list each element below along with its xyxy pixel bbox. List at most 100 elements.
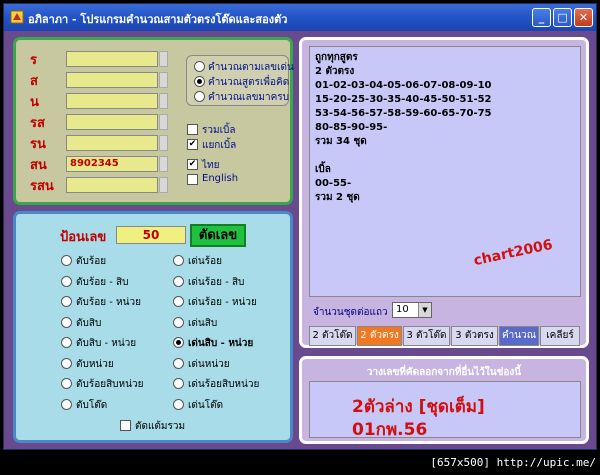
english-label: English (202, 173, 239, 184)
cut-left-radio-5[interactable] (61, 357, 72, 369)
result-line: 80-85-90-95- (315, 122, 388, 133)
cut-left-radio-6[interactable] (61, 378, 72, 389)
field-label-2: น (30, 95, 39, 110)
number-field-1[interactable] (66, 72, 158, 88)
app-window: อภิลาภา - โปรแกรมคำนวณสามตัวตรงโต๊ดและสอ… (3, 3, 597, 450)
field-spinner-5[interactable] (159, 156, 168, 172)
result-tabs: 2 ตัวโต๊ด 2 ตัวตรง 3 ตัวโต๊ด 3 ตัวตรง คำนวณเ… (309, 326, 581, 346)
thai-label: ไทย (202, 160, 220, 171)
english-checkbox[interactable] (187, 174, 198, 185)
cut-right-radio-1[interactable] (173, 275, 184, 287)
cut-total-checkbox[interactable] (120, 420, 131, 431)
cut-right-label-1: เด่นร้อย - สิบ (188, 276, 245, 288)
cut-right-label-3: เด่นสิบ (188, 317, 218, 329)
cut-right-radio-6[interactable] (173, 378, 184, 389)
cut-number-panel: ป้อนเลข 50 ตัดเลข ตับร้อย ตับร้อย - สิบ ตั… (13, 211, 293, 443)
field-spinner-0[interactable] (159, 51, 168, 67)
cut-right-label-2: เด่นร้อย - หน่วย (188, 297, 257, 308)
number-input-panel: รสนรส รน สน 8902345 รสน คำนวณตามเลขเด่น คำนว… (13, 37, 294, 205)
separate-double-checkbox[interactable]: ✔ (187, 139, 198, 150)
calc-mode-radio-1[interactable] (194, 76, 205, 87)
cut-left-radio-2[interactable] (61, 296, 72, 307)
calc-mode-label-1: คำนวณสูตรเพื่อคิด (208, 77, 290, 88)
cut-right-label-6: เด่นร้อยสิบหน่วย (188, 379, 260, 390)
result-line: รวม 2 ชุด (315, 192, 360, 203)
chevron-down-icon: ▼ (418, 303, 431, 317)
cut-left-radio-3[interactable] (61, 316, 72, 328)
cut-left-radio-1[interactable] (61, 275, 72, 287)
cut-right-radio-4[interactable] (173, 337, 184, 348)
calc-mode-radio-0[interactable] (194, 61, 205, 72)
thai-checkbox[interactable]: ✔ (187, 159, 198, 170)
result-line: 2 ตัวตรง (315, 66, 355, 77)
cut-right-radio-0[interactable] (173, 255, 184, 266)
number-field-2[interactable] (66, 93, 158, 109)
cut-left-label-2: ตับร้อย - หน่วย (76, 297, 141, 308)
number-field-0[interactable] (66, 51, 158, 67)
result-line: 01-02-03-04-05-06-07-08-09-10 (315, 80, 492, 91)
result-line: 00-55- (315, 178, 352, 189)
tab-4[interactable]: คำนวณ (499, 326, 539, 346)
cut-number-button[interactable]: ตัดเลข (190, 224, 246, 247)
number-field-5[interactable]: 8902345 (66, 156, 158, 172)
tab-2[interactable]: 3 ตัวโต๊ด (403, 326, 450, 346)
field-label-5: สน (30, 158, 47, 173)
per-row-label: จำนวนชุดต่อแถว (313, 307, 388, 318)
field-spinner-4[interactable] (159, 135, 168, 151)
cut-left-radio-0[interactable] (61, 255, 72, 266)
footer-caption: [657x500] http://upic.me/ (430, 456, 596, 469)
cut-right-radio-3[interactable] (173, 316, 184, 328)
tab-5[interactable]: เคลียร์ (540, 326, 580, 346)
field-label-3: รส (30, 116, 45, 131)
per-row-select[interactable]: 10 ▼ (392, 302, 432, 318)
minimize-button[interactable]: _ (532, 8, 551, 27)
cut-left-label-6: ตับร้อยสิบหน่วย (76, 379, 144, 390)
cut-right-label-4: เด่นสิบ - หน่วย (188, 338, 254, 349)
paste-textarea[interactable]: 2ตัวล่าง [ชุดเต็ม] 01กพ.56 (309, 381, 581, 440)
result-line: รวม 34 ชุด (315, 136, 367, 147)
number-field-4[interactable] (66, 135, 158, 151)
paste-header: วางเลขที่คัดลอกจากที่อื่นไว้ในช่องนี้ (366, 367, 522, 378)
title-bar[interactable]: อภิลาภา - โปรแกรมคำนวณสามตัวตรงโต๊ดและสอ… (4, 4, 596, 31)
cut-left-label-1: ตับร้อย - สิบ (76, 276, 129, 288)
separate-double-label: แยกเบิ้ล (202, 140, 237, 151)
cut-left-label-4: ตับสิบ - หน่วย (76, 338, 137, 349)
field-spinner-2[interactable] (159, 93, 168, 109)
calc-mode-radio-2[interactable] (194, 91, 205, 102)
number-field-3[interactable] (66, 114, 158, 130)
paste-panel: วางเลขที่คัดลอกจากที่อื่นไว้ในช่องนี้ 2ต… (299, 356, 589, 444)
field-spinner-1[interactable] (159, 72, 168, 88)
cut-left-radio-4[interactable] (61, 337, 72, 348)
cut-right-radio-7[interactable] (173, 398, 184, 410)
result-panel: ถูกทุกสูตร 2 ตัวตรง 01-02-03-04-05-06-07-0… (299, 37, 589, 348)
close-button[interactable]: ✕ (574, 8, 593, 27)
input-number-label: ป้อนเลข (60, 230, 107, 245)
cut-left-radio-7[interactable] (61, 398, 72, 410)
field-spinner-6[interactable] (159, 177, 168, 193)
number-field-6[interactable] (66, 177, 158, 193)
result-line: เบิ้ล (315, 164, 331, 175)
cut-right-radio-5[interactable] (173, 357, 184, 369)
tab-0[interactable]: 2 ตัวโต๊ด (309, 326, 356, 346)
app-icon (10, 10, 24, 24)
calc-mode-label-2: คำนวณเลขมาครบ (208, 92, 290, 103)
result-line (315, 149, 575, 163)
result-line: 53-54-56-57-58-59-60-65-70-75 (315, 108, 492, 119)
tab-3[interactable]: 3 ตัวตรง (451, 326, 498, 346)
tab-1[interactable]: 2 ตัวตรง (357, 326, 402, 346)
input-number-field[interactable]: 50 (116, 226, 186, 244)
cut-total-label: ตัดแต้มรวม (135, 421, 186, 432)
cut-left-label-3: ตับสิบ (76, 317, 102, 329)
cut-right-label-7: เด่นโต๊ด (188, 399, 224, 411)
result-line: 15-20-25-30-35-40-45-50-51-52 (315, 94, 492, 105)
maximize-button[interactable]: □ (553, 8, 572, 27)
paste-line-2: 01กพ.56 (352, 420, 428, 440)
cut-right-label-5: เด่นหน่วย (188, 358, 230, 370)
field-label-4: รน (30, 137, 46, 152)
field-spinner-3[interactable] (159, 114, 168, 130)
cut-right-radio-2[interactable] (173, 296, 184, 307)
result-textarea[interactable]: ถูกทุกสูตร 2 ตัวตรง 01-02-03-04-05-06-07-0… (309, 46, 581, 297)
window-title: อภิลาภา - โปรแกรมคำนวณสามตัวตรงโต๊ดและสอ… (28, 13, 288, 26)
combine-double-checkbox[interactable] (187, 124, 198, 135)
field-label-6: รสน (30, 179, 54, 194)
